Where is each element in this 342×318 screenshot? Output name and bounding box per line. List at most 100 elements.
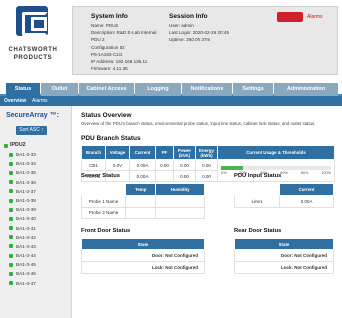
device-tree: IPDU2 BA1-3-33 BA1-3-34 BA1-3-35 BA1-3-3… xyxy=(4,141,68,288)
alarm-label[interactable]: Alarms xyxy=(307,14,323,20)
tab-cabinet-access[interactable]: Cabinet Access xyxy=(79,83,134,96)
main-nav: Status Outlet Cabinet Access Logging Not… xyxy=(0,83,342,96)
logo-line-1: CHATSWORTH xyxy=(8,47,58,53)
overview-description: Overview of the PDU's branch status, env… xyxy=(81,121,316,126)
door-state: Door: Not Configured xyxy=(81,249,205,262)
sort-asc-button[interactable]: Sort ASC ↑ xyxy=(16,126,47,135)
tree-root-item[interactable]: IPDU2 xyxy=(4,141,68,150)
cell xyxy=(124,195,157,208)
col-usage: Current Usage & Thresholds xyxy=(217,145,335,160)
col-branch: Branch xyxy=(81,145,106,160)
cell xyxy=(155,206,205,219)
rear-door-status-title: Rear Door Status xyxy=(234,228,282,234)
tree-item[interactable]: BA1-3-46 xyxy=(4,269,68,278)
status-ok-icon xyxy=(9,253,13,258)
tree-item[interactable]: BA1-3-44 xyxy=(4,251,68,260)
table-header-row: Current xyxy=(234,183,334,196)
tree-item[interactable]: BA1-3-36 xyxy=(4,178,68,187)
tree-item-label: BA1-3-46 xyxy=(16,271,36,277)
cell: 0.00 xyxy=(173,170,196,182)
subnav-overview[interactable]: Overview xyxy=(4,96,26,106)
cell: 0.00 xyxy=(195,170,218,182)
tree-item[interactable]: BA1-3-43 xyxy=(4,242,68,251)
cell: 0.00 xyxy=(173,159,196,171)
tree-item-label: BA1-3-38 xyxy=(16,197,36,203)
status-ok-icon xyxy=(9,216,13,221)
cell xyxy=(155,170,174,182)
tree-item-label: BA1-3-41 xyxy=(16,225,36,231)
tree-item-label: BA1-3-35 xyxy=(16,170,36,176)
cpi-logo-icon xyxy=(16,6,48,36)
cell: 0.0V xyxy=(105,159,130,171)
status-ok-icon xyxy=(9,170,13,175)
session-info-title: Session Info xyxy=(169,13,208,20)
col-voltage: Voltage xyxy=(105,145,130,160)
tab-status[interactable]: Status xyxy=(6,83,40,96)
tree-item[interactable]: BA1-3-37 xyxy=(4,187,68,196)
tree-item[interactable]: BA1-3-40 xyxy=(4,214,68,223)
subnav-alarms[interactable]: Alarms xyxy=(32,96,48,106)
tree-item-label: BA1-3-47 xyxy=(16,280,36,286)
tree-item[interactable]: BA1-3-41 xyxy=(4,224,68,233)
col-blank xyxy=(81,183,126,196)
tree-item[interactable]: BA1-3-33 xyxy=(4,150,68,159)
tree-item-label: BA1-3-36 xyxy=(16,179,36,185)
table-header-row: Branch Voltage Current PF Power (kVA) En… xyxy=(81,145,335,160)
system-info-line: Description: R&D E-Lab Internal xyxy=(91,30,157,36)
tree-item[interactable]: BA1-3-39 xyxy=(4,205,68,214)
logo-text: CHATSWORTH PRODUCTS xyxy=(6,46,60,62)
cell xyxy=(124,206,157,219)
pdu-input-table: Current Line1 0.00A xyxy=(234,183,334,208)
tree-item-label: BA1-3-39 xyxy=(16,207,36,213)
tree-item-label: BA1-3-33 xyxy=(16,152,36,157)
status-ok-icon xyxy=(9,235,13,240)
sidebar: SecureArray ™: Sort ASC ↑ IPDU2 BA1-3-33… xyxy=(0,106,72,318)
col-energy: Energy (kWh) xyxy=(195,145,218,160)
page-title: Status Overview xyxy=(81,112,132,119)
tree-item[interactable]: BA1-3-35 xyxy=(4,168,68,177)
sensor-status-title: Sensor Status xyxy=(81,173,120,179)
tree-item[interactable]: BA1-3-42 xyxy=(4,233,68,242)
tree-item[interactable]: BA1-3-45 xyxy=(4,260,68,269)
table-row: Probe 2 Name xyxy=(81,206,205,219)
sub-nav: Overview Alarms xyxy=(0,96,342,106)
status-ok-icon xyxy=(9,152,13,157)
pdu-input-status-title: PDU Input Status xyxy=(234,173,282,179)
status-ok-icon xyxy=(9,281,13,286)
status-ok-icon xyxy=(9,226,13,231)
system-info-title: System Info xyxy=(91,13,128,20)
probe-name: Probe 1 Name xyxy=(81,195,126,208)
cell xyxy=(155,195,205,208)
tree-item-label: BA1-3-42 xyxy=(16,234,36,240)
front-door-table: State Door: Not Configured Lock: Not Con… xyxy=(81,238,205,274)
col-pf: PF xyxy=(155,145,174,160)
tab-outlet[interactable]: Outlet xyxy=(41,83,78,96)
tab-settings[interactable]: Settings xyxy=(233,83,273,96)
info-panel: System Info Name: PDU2 Description: R&D … xyxy=(72,6,338,75)
system-info-lines: Name: PDU2 Description: R&D E-Lab Intern… xyxy=(91,22,171,72)
tab-administration[interactable]: Administration xyxy=(274,83,338,96)
status-ok-icon xyxy=(9,244,13,249)
alarm-indicator[interactable] xyxy=(277,12,303,22)
tree-item-label: BA1-3-45 xyxy=(16,262,36,268)
tab-logging[interactable]: Logging xyxy=(135,83,181,96)
table-header-row: State xyxy=(234,238,334,250)
lock-state: Lock: Not Configured xyxy=(81,261,205,274)
session-info-line: User: admin xyxy=(169,23,194,28)
tree-item[interactable]: BA1-3-38 xyxy=(4,196,68,205)
sidebar-title: SecureArray ™: xyxy=(6,112,59,119)
session-info-line: Last Login: 2020-02-26 20:45 xyxy=(169,30,230,36)
branch-status-title: PDU Branch Status xyxy=(81,135,141,142)
col-current: Current xyxy=(279,183,334,196)
scale-tick: 80% xyxy=(300,171,309,175)
status-ok-icon xyxy=(9,207,13,212)
tab-notifications[interactable]: Notifications xyxy=(182,83,232,96)
tree-item-label: BA1-3-37 xyxy=(16,188,36,194)
table-row: Lock: Not Configured xyxy=(234,261,334,274)
status-ok-icon xyxy=(9,161,13,166)
system-info-line: IP Address: 192.168.136.11 xyxy=(91,59,148,65)
company-logo[interactable]: CHATSWORTH PRODUCTS xyxy=(6,6,57,72)
tree-item[interactable]: BA1-3-47 xyxy=(4,279,68,288)
status-ok-icon xyxy=(9,189,13,194)
tree-item[interactable]: BA1-3-34 xyxy=(4,159,68,168)
